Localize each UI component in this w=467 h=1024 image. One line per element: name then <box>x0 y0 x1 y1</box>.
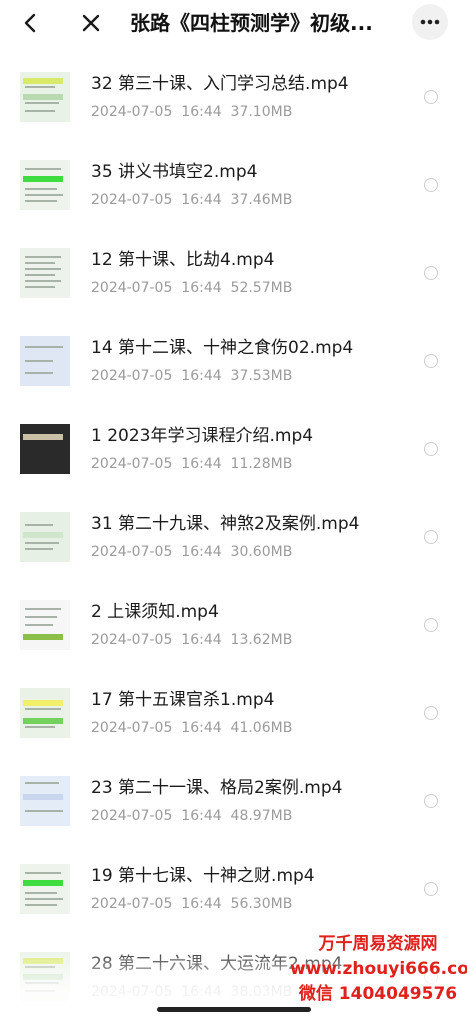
file-size: 37.53MB <box>230 368 293 384</box>
file-name: 32 第三十课、入门学习总结.mp4 <box>91 74 349 94</box>
file-meta: 2024-07-05 16:44 37.53MB <box>91 366 292 386</box>
file-meta: 2024-07-05 16:44 38.03MB <box>91 982 292 1002</box>
file-size: 41.06MB <box>230 720 293 736</box>
file-date: 2024-07-05 <box>91 896 173 912</box>
file-name: 1 2023年学习课程介绍.mp4 <box>91 426 314 446</box>
video-thumbnail <box>20 864 70 914</box>
select-radio[interactable] <box>424 882 438 896</box>
chevron-left-icon <box>24 13 36 33</box>
file-item[interactable]: 19 第十七课、十神之财.mp4 2024-07-05 16:44 56.30MB <box>0 846 467 934</box>
home-indicator <box>157 1007 311 1012</box>
file-date: 2024-07-05 <box>91 104 173 120</box>
file-item[interactable]: 12 第十课、比劫4.mp4 2024-07-05 16:44 52.57MB <box>0 230 467 318</box>
watermark-line-3: 微信 1404049576 <box>298 984 458 1004</box>
file-date: 2024-07-05 <box>91 280 173 296</box>
file-name: 14 第十二课、十神之食伤02.mp4 <box>91 338 354 358</box>
file-date: 2024-07-05 <box>91 984 173 1000</box>
file-name: 23 第二十一课、格局2案例.mp4 <box>91 778 343 798</box>
file-name: 17 第十五课官杀1.mp4 <box>91 690 275 710</box>
file-size: 48.97MB <box>230 808 293 824</box>
file-meta: 2024-07-05 16:44 56.30MB <box>91 894 292 914</box>
file-date: 2024-07-05 <box>91 808 173 824</box>
select-radio[interactable] <box>424 266 438 280</box>
more-options-button[interactable] <box>412 4 448 40</box>
file-size: 37.46MB <box>230 192 293 208</box>
file-time: 16:44 <box>181 808 222 824</box>
video-thumbnail <box>20 688 70 738</box>
watermark-line-2: www.zhouyi666.com <box>290 959 467 979</box>
file-meta: 2024-07-05 16:44 13.62MB <box>91 630 292 650</box>
select-radio[interactable] <box>424 618 438 632</box>
file-time: 16:44 <box>181 984 222 1000</box>
file-meta: 2024-07-05 16:44 41.06MB <box>91 718 292 738</box>
file-time: 16:44 <box>181 896 222 912</box>
file-time: 16:44 <box>181 456 222 472</box>
file-time: 16:44 <box>181 104 222 120</box>
file-time: 16:44 <box>181 632 222 648</box>
file-meta: 2024-07-05 16:44 11.28MB <box>91 454 292 474</box>
video-thumbnail <box>20 600 70 650</box>
file-meta: 2024-07-05 16:44 52.57MB <box>91 278 292 298</box>
file-time: 16:44 <box>181 368 222 384</box>
file-name: 35 讲义书填空2.mp4 <box>91 162 258 182</box>
file-date: 2024-07-05 <box>91 632 173 648</box>
file-name: 31 第二十九课、神煞2及案例.mp4 <box>91 514 360 534</box>
file-name: 12 第十课、比劫4.mp4 <box>91 250 275 270</box>
select-radio[interactable] <box>424 794 438 808</box>
file-meta: 2024-07-05 16:44 30.60MB <box>91 542 292 562</box>
file-time: 16:44 <box>181 280 222 296</box>
file-size: 30.60MB <box>230 544 293 560</box>
file-item[interactable]: 1 2023年学习课程介绍.mp4 2024-07-05 16:44 11.28M… <box>0 406 467 494</box>
file-name: 2 上课须知.mp4 <box>91 602 219 622</box>
watermark: 万千周易资源网 www.zhouyi666.com 微信 1404049576 <box>290 932 467 1007</box>
file-size: 56.30MB <box>230 896 293 912</box>
video-thumbnail <box>20 512 70 562</box>
file-size: 37.10MB <box>230 104 293 120</box>
file-time: 16:44 <box>181 720 222 736</box>
file-item[interactable]: 2 上课须知.mp4 2024-07-05 16:44 13.62MB <box>0 582 467 670</box>
file-meta: 2024-07-05 16:44 37.10MB <box>91 102 292 122</box>
file-item[interactable]: 31 第二十九课、神煞2及案例.mp4 2024-07-05 16:44 30.6… <box>0 494 467 582</box>
top-bar: 张路《四柱预测学》初级... <box>0 0 467 46</box>
file-item[interactable]: 17 第十五课官杀1.mp4 2024-07-05 16:44 41.06MB <box>0 670 467 758</box>
select-radio[interactable] <box>424 178 438 192</box>
back-button[interactable] <box>18 10 44 36</box>
file-item[interactable]: 32 第三十课、入门学习总结.mp4 2024-07-05 16:44 37.10… <box>0 54 467 142</box>
close-button[interactable] <box>78 10 104 36</box>
file-item[interactable]: 35 讲义书填空2.mp4 2024-07-05 16:44 37.46MB <box>0 142 467 230</box>
file-meta: 2024-07-05 16:44 48.97MB <box>91 806 292 826</box>
video-thumbnail <box>20 336 70 386</box>
file-size: 11.28MB <box>230 456 293 472</box>
file-size: 13.62MB <box>230 632 293 648</box>
file-item[interactable]: 23 第二十一课、格局2案例.mp4 2024-07-05 16:44 48.97… <box>0 758 467 846</box>
select-radio[interactable] <box>424 442 438 456</box>
video-thumbnail <box>20 424 70 474</box>
video-thumbnail <box>20 248 70 298</box>
video-thumbnail <box>20 72 70 122</box>
select-radio[interactable] <box>424 530 438 544</box>
close-icon <box>82 14 100 32</box>
select-radio[interactable] <box>424 706 438 720</box>
file-date: 2024-07-05 <box>91 720 173 736</box>
select-radio[interactable] <box>424 90 438 104</box>
file-date: 2024-07-05 <box>91 544 173 560</box>
file-date: 2024-07-05 <box>91 368 173 384</box>
video-thumbnail <box>20 160 70 210</box>
file-meta: 2024-07-05 16:44 37.46MB <box>91 190 292 210</box>
file-item[interactable]: 14 第十二课、十神之食伤02.mp4 2024-07-05 16:44 37.5… <box>0 318 467 406</box>
file-name: 19 第十七课、十神之财.mp4 <box>91 866 315 886</box>
more-icon <box>420 19 440 25</box>
video-thumbnail <box>20 952 70 1002</box>
file-date: 2024-07-05 <box>91 192 173 208</box>
select-radio[interactable] <box>424 354 438 368</box>
file-time: 16:44 <box>181 544 222 560</box>
file-list: 32 第三十课、入门学习总结.mp4 2024-07-05 16:44 37.10… <box>0 54 467 1022</box>
video-thumbnail <box>20 776 70 826</box>
page-title: 张路《四柱预测学》初级... <box>130 11 373 35</box>
file-size: 38.03MB <box>230 984 293 1000</box>
file-size: 52.57MB <box>230 280 293 296</box>
file-time: 16:44 <box>181 192 222 208</box>
file-date: 2024-07-05 <box>91 456 173 472</box>
watermark-line-1: 万千周易资源网 <box>318 934 438 954</box>
